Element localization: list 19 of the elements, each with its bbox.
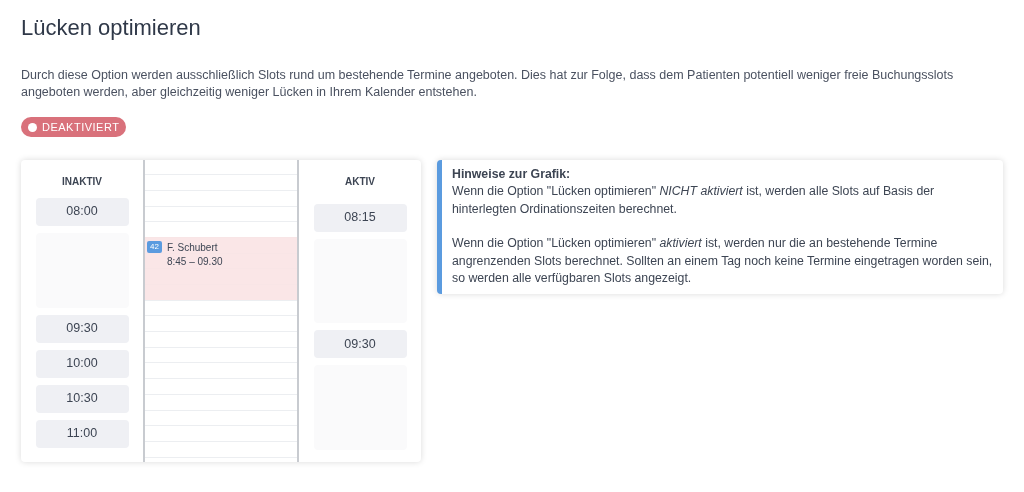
- description-text: Durch diese Option werden ausschließlich Slots rund um bestehende Termine angeboten. Dies hat zur Folge, dass dem Patienten potentiell weniger freie Buchungsslots angeboten werden, aber gleichzeitig weniger Lücken in Ihrem Kalender entstehen.: [21, 67, 955, 101]
- status-label: DEAKTIVIERT: [42, 119, 120, 135]
- appointment-number: 42: [147, 240, 162, 253]
- column-heading: AKTIV: [345, 175, 375, 188]
- appointment-block[interactable]: 42 F. Schubert 8:45 – 09.30: [145, 236, 297, 300]
- time-slot: 08:00: [35, 197, 129, 226]
- column-heading: INAKTIV: [62, 175, 102, 188]
- time-slot: 11:00: [35, 419, 129, 448]
- page-title: Lücken optimieren: [21, 14, 202, 42]
- hint-title: Hinweise zur Grafik:: [452, 165, 572, 183]
- time-slot: 08:15: [313, 203, 407, 232]
- time-slot: 09:30: [313, 330, 407, 358]
- patient-name: F. Schubert: [166, 240, 219, 255]
- time-slot: 10:00: [35, 349, 129, 378]
- time-slot: 09:30: [35, 314, 129, 343]
- appointment-time: 8:45 – 09.30: [166, 254, 223, 269]
- hint-paragraph: Wenn die Option "Lücken optimieren" aktiviert ist, werden nur die an bestehende Termine angrenzenden Slots berechnet. Sollten an einem Tag noch keine Termine eingetragen worden sein, so werden alle verfügbaren Slots angezeigt.: [452, 235, 993, 287]
- time-slot: 10:30: [35, 384, 129, 413]
- hint-paragraph: Wenn die Option "Lücken optimieren" NICHT aktiviert ist, werden alle Slots auf Basis der hinterlegten Ordinationszeiten berechnet.: [452, 183, 936, 218]
